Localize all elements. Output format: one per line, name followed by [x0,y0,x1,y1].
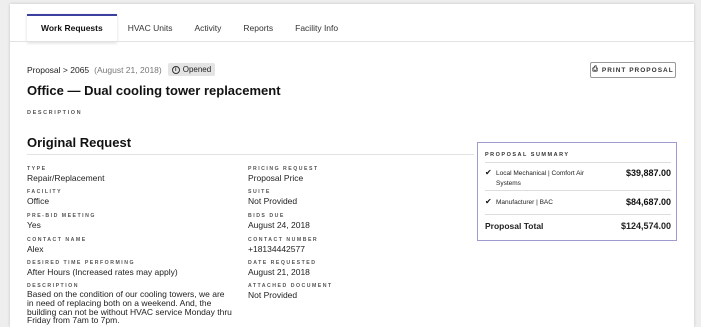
main-panel: Work Requests HVAC Units Activity Report… [10,4,694,327]
summary-item-name: Manufacturer | BAC [496,199,553,206]
field-value: Office [27,196,50,206]
field-value: After Hours (Increased rates may apply) [27,267,178,277]
field-label: ATTACHED DOCUMENT [248,283,333,289]
field-bids-due: BIDS DUE August 24, 2018 [248,213,310,230]
field-label: PRICING REQUEST [248,166,319,172]
status-text: Opened [182,65,212,74]
field-label: CONTACT NUMBER [248,237,319,243]
field-pricing-request: PRICING REQUEST Proposal Price [248,166,319,183]
field-label: CONTACT NAME [27,237,87,243]
description-heading: DESCRIPTION [27,110,83,116]
field-label: PRE-BID MEETING [27,213,96,219]
field-date-requested: DATE REQUESTED August 21, 2018 [248,260,316,277]
print-proposal-button[interactable]: ⎙ PRINT PROPOSAL [590,62,676,78]
printer-icon: ⎙ [592,66,598,73]
tab-bar: Work Requests HVAC Units Activity Report… [27,14,349,42]
field-description: DESCRIPTION Based on the condition of ou… [27,283,233,325]
field-value: Proposal Price [248,173,304,183]
checkmark-icon: ✔ [485,197,492,206]
tab-divider [10,41,694,42]
breadcrumb-proposal[interactable]: Proposal > 2065 [27,65,89,75]
status-badge: i Opened [167,63,216,76]
print-proposal-label: PRINT PROPOSAL [601,66,674,74]
field-value: August 24, 2018 [248,220,310,230]
field-label: DATE REQUESTED [248,260,317,266]
field-desired-time: DESIRED TIME PERFORMING After Hours (Inc… [27,260,178,277]
tab-hvac-units[interactable]: HVAC Units [117,14,184,42]
field-label: TYPE [27,166,47,172]
field-attached-document: ATTACHED DOCUMENT Not Provided [248,283,333,300]
summary-divider [485,190,671,191]
page-title: Office — Dual cooling tower replacement [27,83,281,98]
summary-item-name: Local Mechanical | Comfort Air Systems [496,170,585,187]
summary-item-amount: $84,687.00 [625,197,671,207]
field-label: DESIRED TIME PERFORMING [27,260,135,266]
field-contact-number: CONTACT NUMBER +18134442577 [248,237,318,254]
section-title: Original Request [27,135,132,150]
field-value: August 21, 2018 [248,267,310,277]
summary-divider [485,214,671,215]
checkmark-icon: ✔ [485,168,492,177]
summary-divider [485,162,671,163]
summary-heading: PROPOSAL SUMMARY [485,152,570,158]
field-value: Yes [27,220,41,230]
field-label: FACILITY [27,189,63,195]
field-label: BIDS DUE [248,213,285,219]
field-value: Not Provided [248,196,298,206]
field-value: Based on the condition of our cooling to… [27,289,232,326]
field-type: TYPE Repair/Replacement [27,166,104,183]
total-amount: $124,574.00 [620,221,671,231]
field-facility: FACILITY Office [27,189,62,206]
proposal-summary-panel: PROPOSAL SUMMARY ✔ Local Mechanical | Co… [477,142,677,241]
info-icon: i [171,65,180,74]
field-suite: SUITE Not Provided [248,189,297,206]
field-contact-name: CONTACT NAME Alex [27,237,87,254]
tab-facility-info[interactable]: Facility Info [284,14,349,42]
field-label: SUITE [248,189,271,195]
summary-item-amount: $39,887.00 [625,168,671,178]
field-pre-bid-meeting: PRE-BID MEETING Yes [27,213,96,230]
field-value: +18134442577 [248,244,305,254]
field-value: Repair/Replacement [27,173,105,183]
breadcrumb: Proposal > 2065 (August 21, 2018) i Open… [27,63,216,76]
tab-work-requests[interactable]: Work Requests [27,14,117,42]
tab-activity[interactable]: Activity [183,14,232,42]
tab-reports[interactable]: Reports [232,14,284,42]
field-value: Not Provided [248,290,298,300]
total-label: Proposal Total [485,221,544,231]
section-divider [27,154,474,155]
field-value: Alex [27,244,44,254]
breadcrumb-date: (August 21, 2018) [94,64,162,75]
